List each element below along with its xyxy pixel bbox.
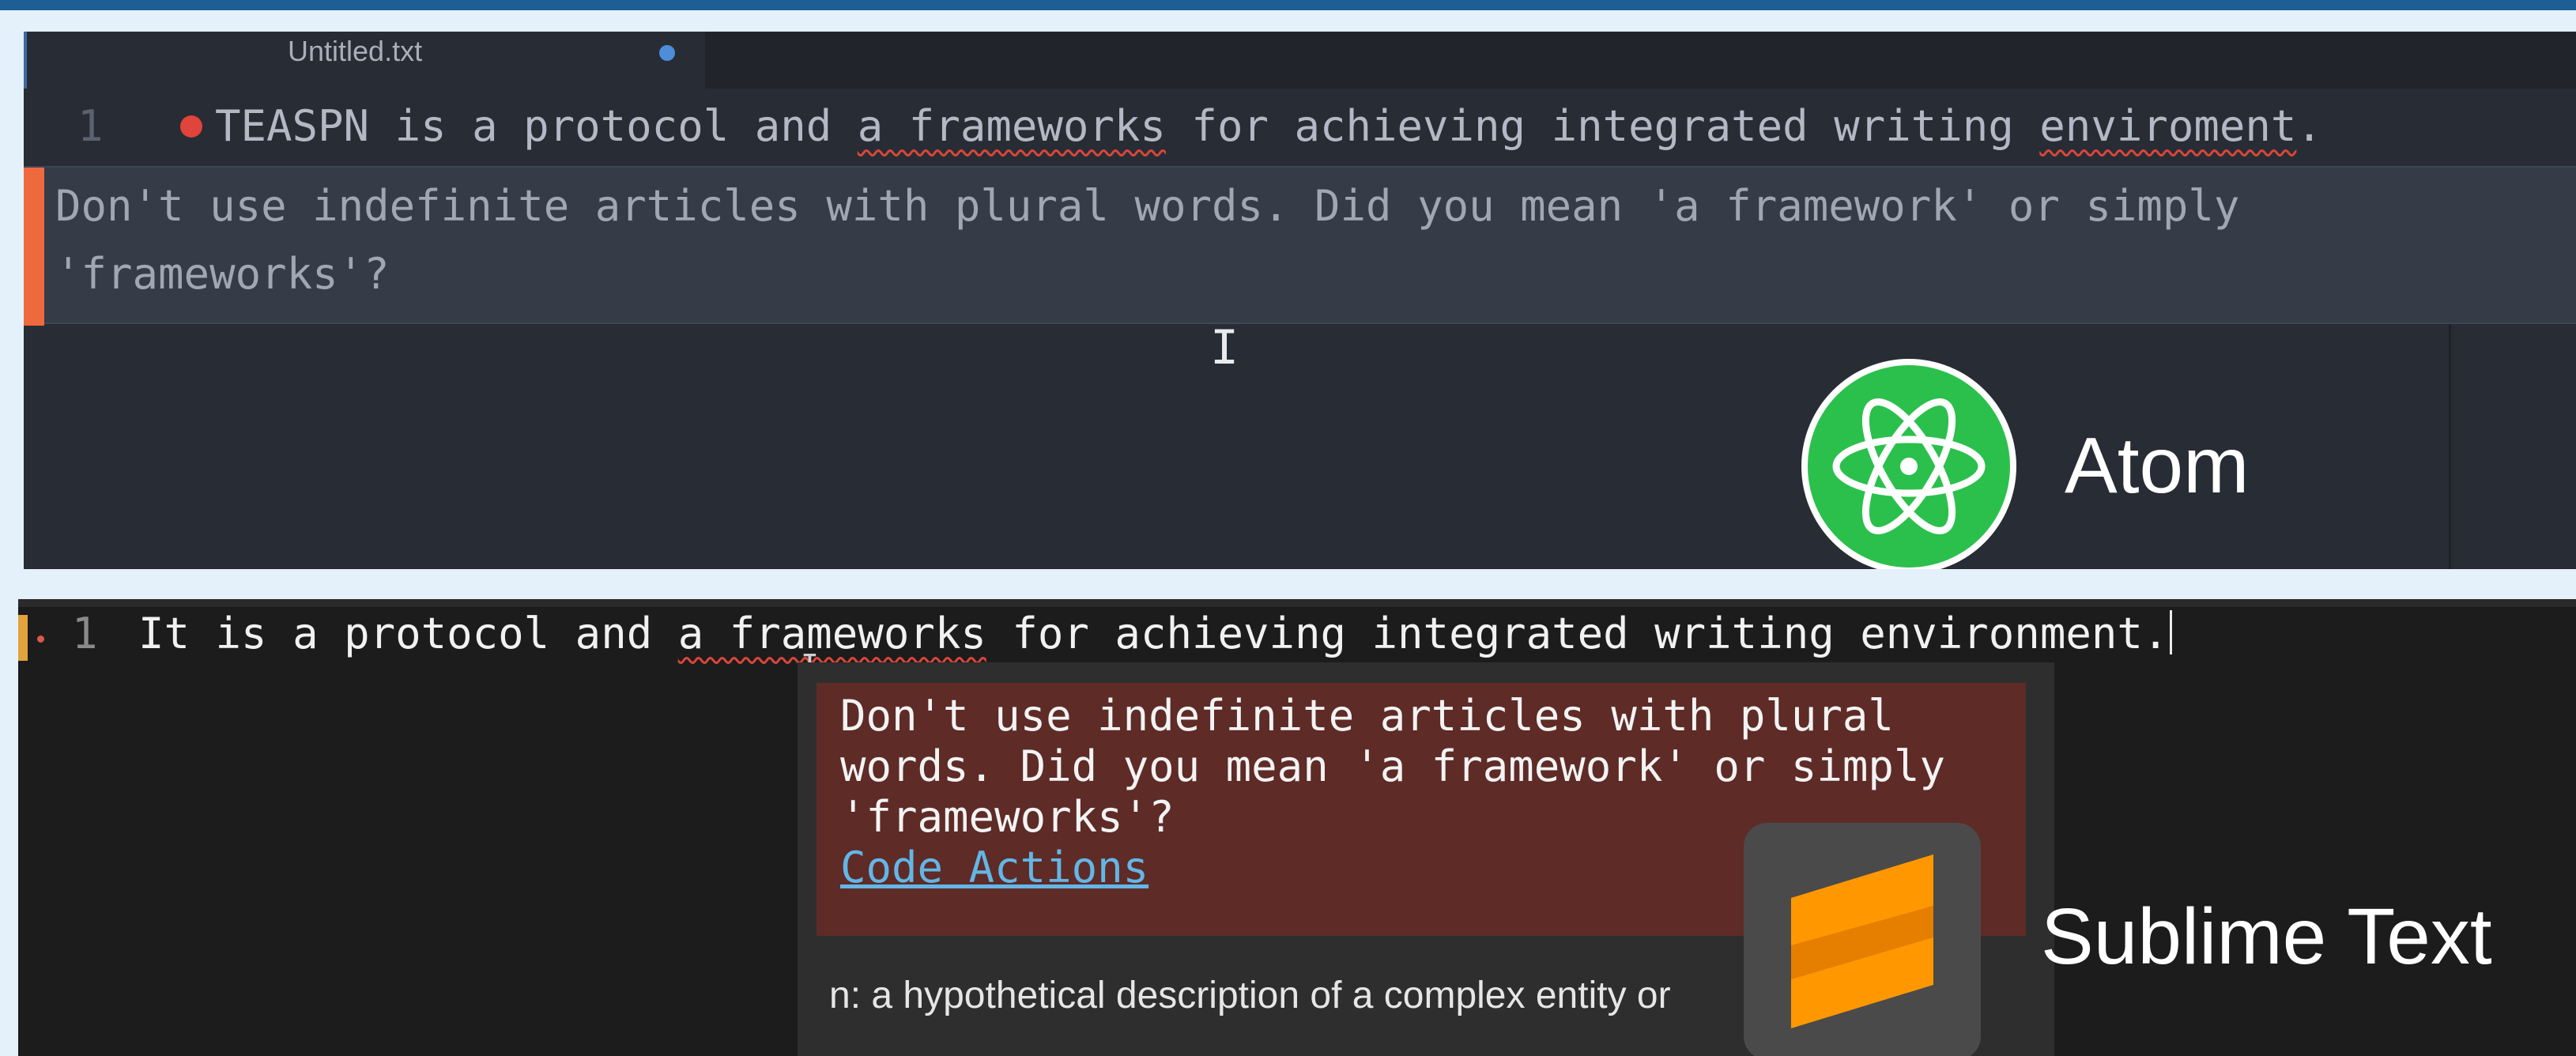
sublime-logo-icon bbox=[1744, 823, 1981, 1056]
unsaved-dot-icon[interactable] bbox=[659, 45, 675, 61]
top-bar bbox=[0, 0, 2576, 10]
diagnostic-message-box: Don't use indefinite articles with plura… bbox=[24, 166, 2576, 326]
diagnostic-message: Don't use indefinite articles with plura… bbox=[840, 691, 1945, 842]
tab-title: Untitled.txt bbox=[288, 35, 423, 67]
code-actions-link[interactable]: Code Actions bbox=[840, 843, 1148, 892]
grammar-error-text[interactable]: a frameworks bbox=[858, 101, 1166, 151]
spelling-error-text[interactable]: enviroment bbox=[2039, 101, 2296, 151]
gutter-error-dot-icon[interactable] bbox=[37, 635, 44, 643]
line-number: 1 bbox=[72, 609, 98, 658]
atom-editor-panel: Untitled.txt 1 TEASPN is a protocol and … bbox=[24, 32, 2576, 569]
error-marker-icon[interactable] bbox=[180, 115, 202, 138]
text-caret bbox=[2170, 610, 2173, 654]
wrap-guide bbox=[2449, 324, 2451, 569]
text-cursor-icon: I bbox=[1210, 320, 1239, 375]
definition-text: n: a hypothetical description of a compl… bbox=[829, 975, 1671, 1016]
sublime-top-edge bbox=[18, 599, 2576, 607]
tab-bar: Untitled.txt bbox=[24, 32, 2576, 89]
atom-logo-icon bbox=[1801, 359, 2016, 569]
line-number: 1 bbox=[77, 101, 104, 151]
diagnostic-message: Don't use indefinite articles with plura… bbox=[55, 181, 2240, 299]
line-text-before: TEASPN is a protocol and bbox=[215, 101, 858, 151]
editor-line-1[interactable]: It is a protocol and a frameworks for ac… bbox=[138, 609, 2173, 658]
line-text-middle: for achieving integrated writing bbox=[1165, 101, 2040, 151]
line-text-after: for achieving integrated writing environ… bbox=[986, 609, 2169, 658]
line-text-before: It is a protocol and bbox=[138, 609, 678, 658]
sublime-label: Sublime Text bbox=[2041, 892, 2492, 981]
tab-untitled[interactable]: Untitled.txt bbox=[24, 32, 705, 89]
editor-line-1[interactable]: TEASPN is a protocol and a frameworks fo… bbox=[215, 101, 2322, 151]
grammar-error-text[interactable]: a frameworks bbox=[678, 609, 986, 658]
line-text-after: . bbox=[2296, 101, 2322, 151]
atom-label: Atom bbox=[2065, 421, 2250, 510]
sublime-editor-panel: 1 It is a protocol and a frameworks for … bbox=[18, 599, 2576, 1056]
gutter-highlight bbox=[18, 615, 28, 661]
diagnostic-severity-bar bbox=[24, 168, 44, 326]
